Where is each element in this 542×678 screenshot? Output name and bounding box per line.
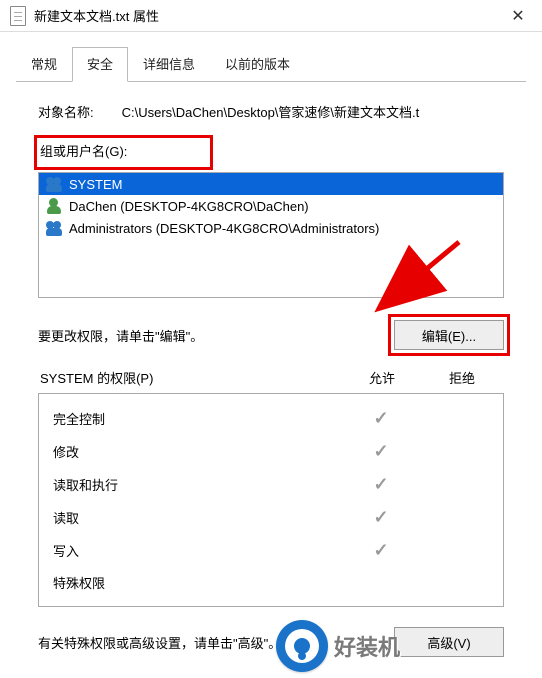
checkmark-icon: [345, 507, 417, 528]
tab-security[interactable]: 安全: [72, 47, 128, 82]
object-name-value: C:\Users\DaChen\Desktop\管家速修\新建文本文档.t: [122, 102, 504, 121]
window-title: 新建文本文档.txt 属性: [34, 6, 498, 25]
permission-row: 读取: [47, 501, 495, 534]
advanced-button[interactable]: 高级(V): [394, 627, 504, 657]
list-item-label: Administrators (DESKTOP-4KG8CRO\Administ…: [69, 221, 379, 236]
watermark: 好装机: [276, 620, 400, 672]
user-icon: [45, 198, 63, 214]
checkmark-icon: [345, 540, 417, 561]
file-icon: [10, 6, 26, 26]
tab-strip: 常规 安全 详细信息 以前的版本: [16, 46, 526, 82]
titlebar: 新建文本文档.txt 属性 ✕: [0, 0, 542, 32]
permission-name: 完全控制: [53, 409, 345, 428]
edit-button[interactable]: 编辑(E)...: [394, 320, 504, 350]
group-users-label: 组或用户名(G):: [38, 139, 129, 162]
advanced-hint: 有关特殊权限或高级设置，请单击"高级"。: [38, 633, 281, 652]
permissions-header: SYSTEM 的权限(P) 允许 拒绝: [38, 368, 504, 393]
list-item-label: SYSTEM: [69, 177, 122, 192]
permission-name: 写入: [53, 541, 345, 560]
tab-general[interactable]: 常规: [16, 47, 72, 82]
checkmark-icon: [345, 408, 417, 429]
permission-name: 修改: [53, 442, 345, 461]
logo-icon: [276, 620, 328, 672]
permissions-list: 完全控制 修改 读取和执行 读取 写入: [38, 393, 504, 607]
permission-row: 写入: [47, 534, 495, 567]
permissions-title: SYSTEM 的权限(P): [40, 368, 342, 387]
permissions-deny-header: 拒绝: [422, 368, 502, 387]
permission-row: 修改: [47, 435, 495, 468]
permission-name: 读取和执行: [53, 475, 345, 494]
permissions-allow-header: 允许: [342, 368, 422, 387]
permission-row: 完全控制: [47, 402, 495, 435]
permission-name: 特殊权限: [53, 573, 345, 592]
list-item[interactable]: DaChen (DESKTOP-4KG8CRO\DaChen): [39, 195, 503, 217]
group-users-listbox[interactable]: SYSTEM DaChen (DESKTOP-4KG8CRO\DaChen) A…: [38, 172, 504, 298]
permission-row: 读取和执行: [47, 468, 495, 501]
object-name-row: 对象名称: C:\Users\DaChen\Desktop\管家速修\新建文本文…: [38, 102, 504, 121]
list-item[interactable]: SYSTEM: [39, 173, 503, 195]
tab-previous-versions[interactable]: 以前的版本: [210, 47, 305, 82]
watermark-text: 好装机: [334, 630, 400, 662]
users-icon: [45, 176, 63, 192]
permission-name: 读取: [53, 508, 345, 527]
edit-hint: 要更改权限，请单击"编辑"。: [38, 326, 203, 345]
tab-details[interactable]: 详细信息: [128, 47, 210, 82]
close-button[interactable]: ✕: [498, 2, 538, 30]
checkmark-icon: [345, 441, 417, 462]
list-item-label: DaChen (DESKTOP-4KG8CRO\DaChen): [69, 199, 309, 214]
list-item[interactable]: Administrators (DESKTOP-4KG8CRO\Administ…: [39, 217, 503, 239]
checkmark-icon: [345, 474, 417, 495]
permission-row: 特殊权限: [47, 567, 495, 598]
object-name-label: 对象名称:: [38, 102, 94, 121]
users-icon: [45, 220, 63, 236]
